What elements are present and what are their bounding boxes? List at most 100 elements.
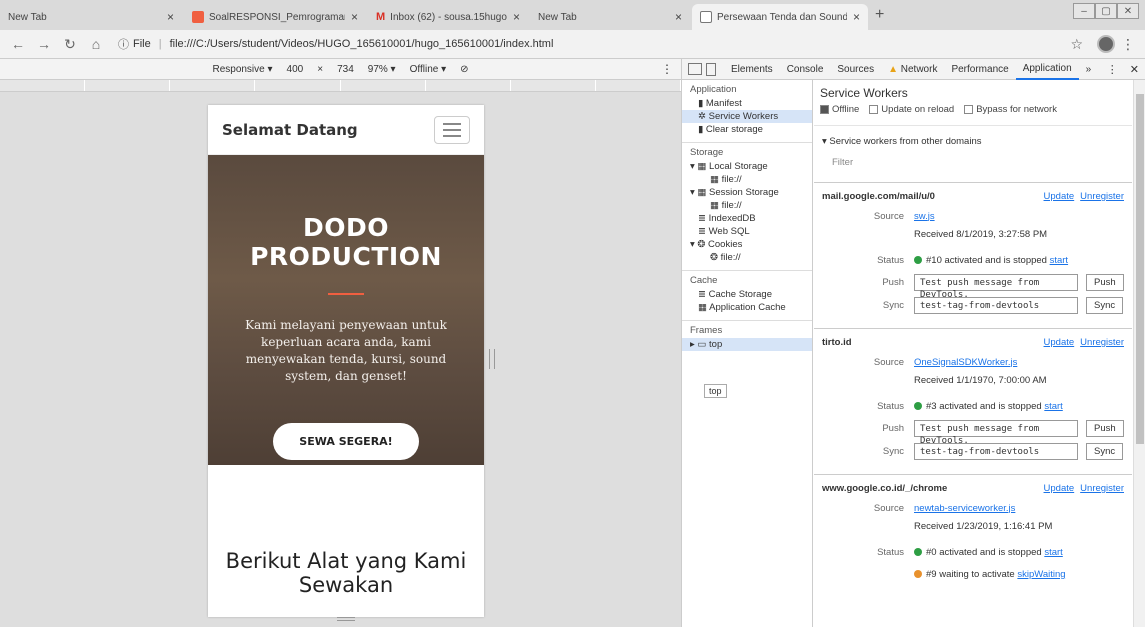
bookmark-star-icon[interactable]: ☆ [1070, 36, 1083, 53]
frame-icon: ▭ [697, 339, 707, 350]
start-link[interactable]: start [1044, 547, 1062, 558]
tab-soal-responsi[interactable]: SoalRESPONSI_PemrogramanWe × [184, 4, 366, 30]
unregister-link[interactable]: Unregister [1080, 483, 1124, 494]
push-button[interactable]: Push [1086, 274, 1124, 291]
status-text: #0 activated and is stopped [926, 546, 1042, 558]
status-label: Status [877, 546, 904, 558]
back-icon[interactable]: ← [10, 36, 26, 52]
sidebar-item-clear-storage[interactable]: ▮ Clear storage [682, 123, 812, 136]
unregister-link[interactable]: Unregister [1080, 191, 1124, 202]
new-tab-button[interactable]: + [875, 6, 884, 24]
inspect-element-icon[interactable] [688, 63, 702, 75]
tab-elements[interactable]: Elements [724, 64, 780, 75]
origin-name: mail.google.com/mail/u/0 [822, 191, 935, 202]
sewa-segera-button[interactable]: SEWA SEGERA! [273, 423, 419, 460]
scrollbar-thumb[interactable] [1136, 94, 1144, 444]
hamburger-menu-button[interactable] [434, 115, 470, 144]
sidebar-item-manifest[interactable]: ▮ Manifest [682, 97, 812, 110]
resize-handle-right[interactable] [489, 349, 495, 369]
update-link[interactable]: Update [1044, 483, 1075, 494]
close-icon[interactable]: × [853, 10, 860, 24]
skip-waiting-link[interactable]: skipWaiting [1017, 569, 1065, 580]
device-menu-icon[interactable]: ⋮ [661, 62, 673, 76]
devtools-menu-icon[interactable]: ⋮ [1107, 63, 1118, 76]
source-link[interactable]: newtab-serviceworker.js [914, 503, 1015, 514]
start-link[interactable]: start [1050, 255, 1068, 266]
minimize-button[interactable]: – [1073, 3, 1095, 19]
status-green-icon [914, 547, 922, 556]
tab-console[interactable]: Console [780, 64, 831, 75]
sync-input[interactable]: test-tag-from-devtools [914, 297, 1078, 314]
close-icon[interactable]: × [513, 10, 520, 24]
bypass-network-checkbox[interactable]: Bypass for network [964, 104, 1057, 115]
source-link[interactable]: sw.js [914, 211, 935, 222]
file-icon: ▮ [698, 98, 704, 109]
device-toggle-icon[interactable] [706, 62, 716, 76]
close-icon[interactable]: × [351, 10, 358, 24]
close-window-button[interactable]: ✕ [1117, 3, 1139, 19]
sidebar-header-frames: Frames [690, 325, 723, 336]
rotate-icon[interactable]: ⊘ [460, 64, 468, 75]
push-input[interactable]: Test push message from DevTools. [914, 274, 1078, 300]
section-title: Berikut Alat yang Kami Sewakan [225, 549, 467, 597]
sidebar-item-session-storage[interactable]: ▾ ▦ Session Storage [682, 186, 812, 199]
sync-input[interactable]: test-tag-from-devtools [914, 443, 1078, 460]
url-scheme: File [133, 38, 151, 50]
sidebar-header-cache: Cache [690, 275, 718, 286]
network-select[interactable]: Offline ▾ [410, 64, 447, 75]
device-select[interactable]: Responsive ▾ [212, 64, 272, 75]
profile-avatar[interactable] [1097, 35, 1115, 53]
sidebar-item-application-cache[interactable]: ▦ Application Cache [682, 301, 812, 314]
browser-menu-icon[interactable]: ⋮ [1121, 36, 1135, 53]
update-link[interactable]: Update [1044, 337, 1075, 348]
close-icon[interactable]: × [675, 10, 682, 24]
maximize-button[interactable]: ▢ [1095, 3, 1117, 19]
zoom-select[interactable]: 97% ▾ [368, 64, 396, 75]
sidebar-item-local-file[interactable]: ▦ file:// [682, 173, 812, 186]
tab-performance[interactable]: Performance [944, 64, 1015, 75]
navbar-brand[interactable]: Selamat Datang [222, 121, 358, 139]
media-query-ruler[interactable] [0, 80, 681, 92]
sidebar-item-cache-storage[interactable]: ≣ Cache Storage [682, 288, 812, 301]
start-link[interactable]: start [1044, 401, 1062, 412]
push-button[interactable]: Push [1086, 420, 1124, 437]
update-link[interactable]: Update [1044, 191, 1075, 202]
height-input[interactable]: 734 [337, 64, 354, 75]
forward-icon[interactable]: → [36, 36, 52, 52]
devtools-scrollbar[interactable] [1133, 80, 1145, 627]
other-domains-toggle[interactable]: ▾ Service workers from other domains [814, 125, 1132, 151]
tab-inbox[interactable]: M Inbox (62) - sousa.15hugo@gma × [368, 4, 528, 30]
tab-new-tab-2[interactable]: New Tab × [530, 4, 690, 30]
home-icon[interactable]: ⌂ [88, 36, 104, 52]
source-link[interactable]: OneSignalSDKWorker.js [914, 357, 1017, 368]
devtools-close-icon[interactable]: ✕ [1130, 63, 1139, 76]
sync-button[interactable]: Sync [1086, 443, 1124, 460]
offline-checkbox[interactable]: Offline [820, 104, 859, 115]
sidebar-item-session-file[interactable]: ▦ file:// [682, 199, 812, 212]
url-field[interactable]: ⓘ File | file:///C:/Users/student/Videos… [118, 36, 553, 52]
tab-persewaan-active[interactable]: Persewaan Tenda dan Sound Sys × [692, 4, 868, 30]
unregister-link[interactable]: Unregister [1080, 337, 1124, 348]
close-icon[interactable]: × [167, 10, 174, 24]
width-input[interactable]: 400 [287, 64, 304, 75]
reload-icon[interactable]: ↻ [62, 36, 78, 53]
resize-handle-bottom[interactable] [337, 617, 355, 621]
tab-application[interactable]: Application [1015, 59, 1079, 80]
update-on-reload-checkbox[interactable]: Update on reload [869, 104, 954, 115]
push-input[interactable]: Test push message from DevTools. [914, 420, 1078, 446]
tab-network[interactable]: ▲ Network [881, 64, 944, 75]
sidebar-item-service-workers[interactable]: ✲ Service Workers [682, 110, 812, 123]
sidebar-item-cookies[interactable]: ▾ ❂ Cookies [682, 238, 812, 251]
sync-button[interactable]: Sync [1086, 297, 1124, 314]
sidebar-item-cookies-file[interactable]: ❂ file:// [682, 251, 812, 264]
tab-sources[interactable]: Sources [830, 64, 881, 75]
sidebar-item-local-storage[interactable]: ▾ ▦ Local Storage [682, 160, 812, 173]
source-label: Source [873, 502, 904, 514]
sidebar-item-indexeddb[interactable]: ≣ IndexedDB [682, 212, 812, 225]
sidebar-item-frame-top[interactable]: ▸ ▭ top [682, 338, 812, 351]
sidebar-item-websql[interactable]: ≣ Web SQL [682, 225, 812, 238]
filter-input[interactable]: Filter [814, 151, 1132, 174]
tab-new-tab-1[interactable]: New Tab × [0, 4, 182, 30]
more-tabs-icon[interactable]: » [1079, 64, 1099, 75]
devtools-panel: Elements Console Sources ▲ Network Perfo… [681, 59, 1145, 627]
